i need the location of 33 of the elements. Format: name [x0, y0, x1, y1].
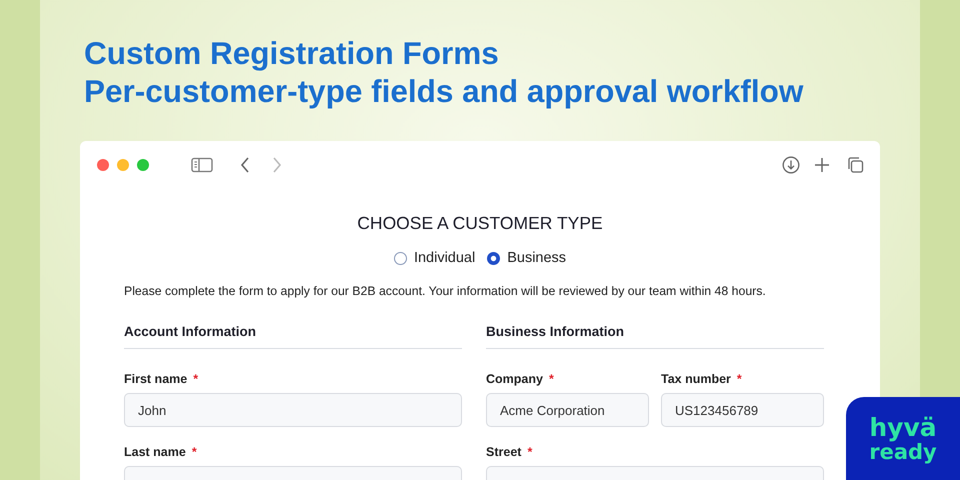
headline-text: Per-customer-type fields and approval workflow	[84, 72, 804, 110]
download-icon[interactable]	[782, 156, 800, 174]
required-mark: *	[548, 372, 554, 386]
input-field[interactable]: Acme Corporation	[486, 393, 649, 427]
field-label: Tax number	[661, 372, 731, 386]
headline-text: Custom Registration Forms	[84, 34, 500, 72]
minimize-window-button[interactable]	[117, 159, 129, 171]
radio-label[interactable]: Business	[507, 250, 566, 266]
section-heading: Business Information	[486, 324, 824, 349]
required-mark: *	[736, 372, 742, 386]
maximize-window-button[interactable]	[137, 159, 149, 171]
input-field[interactable]: US123456789	[661, 393, 824, 427]
radio-label[interactable]: Individual	[414, 250, 476, 266]
tabs-icon[interactable]	[846, 156, 864, 174]
close-window-button[interactable]	[97, 159, 109, 171]
forward-icon[interactable]	[271, 156, 283, 174]
sidebar-icon[interactable]	[191, 157, 213, 173]
plus-icon[interactable]	[814, 157, 830, 173]
back-icon[interactable]	[239, 156, 251, 174]
radio-button[interactable]	[487, 252, 500, 264]
required-mark: *	[527, 445, 532, 459]
field-label: Street	[486, 445, 522, 459]
required-mark: *	[192, 445, 197, 459]
field-label: Company	[486, 372, 543, 386]
field-label: First name	[124, 372, 188, 386]
form-description: Please complete the form to apply for our B2B account. Your information will be reviewed by our team within 48 hours.	[124, 284, 767, 298]
section-heading: Account Information	[124, 324, 462, 349]
input-field[interactable]: John	[124, 393, 462, 427]
field-label: Last name	[124, 445, 186, 459]
radio-button[interactable]	[394, 252, 407, 264]
form-title: CHOOSE A CUSTOMER TYPE	[356, 213, 604, 234]
required-mark: *	[193, 372, 198, 386]
ready-badge: hyvä ready	[846, 397, 960, 480]
